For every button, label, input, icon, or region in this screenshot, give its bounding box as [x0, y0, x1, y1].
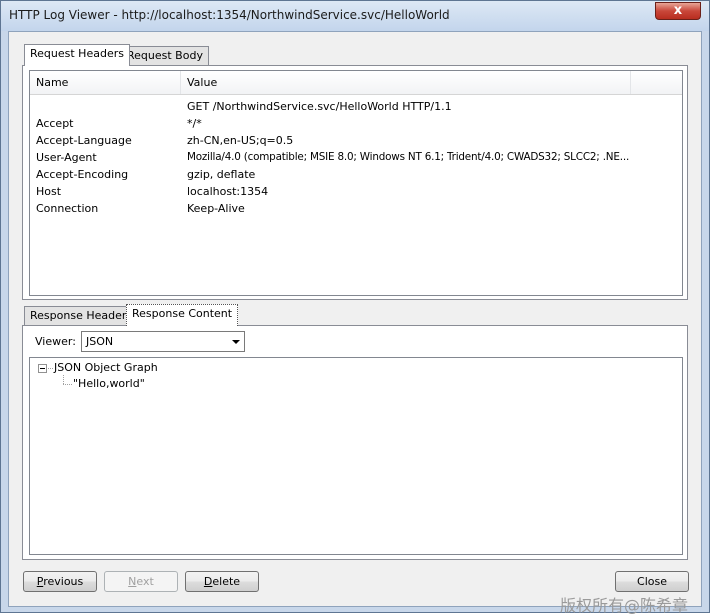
http-log-viewer-window: HTTP Log Viewer - http://localhost:1354/…: [0, 0, 710, 613]
header-value: zh-CN,en-US;q=0.5: [187, 134, 294, 147]
table-row[interactable]: Connection Keep-Alive: [30, 200, 682, 217]
header-name: Accept-Language: [36, 134, 132, 147]
tab-request-headers[interactable]: Request Headers: [24, 44, 130, 66]
header-name: Accept-Encoding: [36, 168, 129, 181]
close-button[interactable]: Close: [615, 571, 689, 592]
table-row[interactable]: Host localhost:1354: [30, 183, 682, 200]
header-value: Keep-Alive: [187, 202, 245, 215]
tree-connector: [63, 384, 72, 385]
window-title: HTTP Log Viewer - http://localhost:1354/…: [9, 8, 450, 22]
header-value: GET /NorthwindService.svc/HelloWorld HTT…: [187, 100, 452, 113]
json-tree-view[interactable]: JSON Object Graph "Hello,world": [29, 357, 683, 555]
table-row[interactable]: User-Agent Mozilla/4.0 (compatible; MSIE…: [30, 149, 682, 166]
delete-label: elete: [212, 575, 241, 588]
column-header-value[interactable]: Value: [181, 71, 631, 94]
tab-response-headers[interactable]: Response Headers: [24, 306, 139, 326]
window-client-area: Request Headers Request Body Name Value …: [8, 31, 702, 607]
header-name: User-Agent: [36, 151, 97, 164]
request-headers-panel: Name Value GET /NorthwindService.svc/Hel…: [22, 65, 688, 300]
tab-response-content[interactable]: Response Content: [126, 304, 239, 326]
table-row[interactable]: Accept */*: [30, 115, 682, 132]
window-close-icon[interactable]: x: [655, 2, 701, 20]
viewer-select[interactable]: JSON: [81, 331, 245, 352]
next-label: ext: [136, 575, 154, 588]
tree-node-value[interactable]: "Hello,world": [73, 377, 145, 390]
chevron-down-icon: [232, 340, 240, 344]
tab-request-body[interactable]: Request Body: [121, 46, 209, 66]
watermark-text: 版权所有@陈希章: [560, 596, 689, 615]
title-bar[interactable]: HTTP Log Viewer - http://localhost:1354/…: [1, 1, 709, 31]
header-value: gzip, deflate: [187, 168, 256, 181]
list-header: Name Value: [30, 71, 682, 95]
next-button[interactable]: Next: [104, 571, 178, 592]
table-row[interactable]: GET /NorthwindService.svc/HelloWorld HTT…: [30, 98, 682, 115]
header-name: Connection: [36, 202, 99, 215]
tree-node-root[interactable]: JSON Object Graph: [54, 361, 158, 374]
previous-button[interactable]: Previous: [23, 571, 97, 592]
viewer-selected-value: JSON: [86, 335, 114, 348]
header-name: Accept: [36, 117, 74, 130]
request-headers-list[interactable]: Name Value GET /NorthwindService.svc/Hel…: [29, 70, 683, 296]
header-name: Host: [36, 185, 62, 198]
header-value: Mozilla/4.0 (compatible; MSIE 8.0; Windo…: [187, 151, 630, 163]
delete-button[interactable]: Delete: [185, 571, 259, 592]
previous-label: revious: [43, 575, 84, 588]
header-value: localhost:1354: [187, 185, 269, 198]
column-header-name[interactable]: Name: [30, 71, 181, 94]
table-row[interactable]: Accept-Language zh-CN,en-US;q=0.5: [30, 132, 682, 149]
collapse-icon[interactable]: [38, 364, 47, 373]
table-row[interactable]: Accept-Encoding gzip, deflate: [30, 166, 682, 183]
viewer-label: Viewer:: [35, 335, 76, 348]
tree-connector: [63, 375, 64, 384]
tree-connector: [48, 368, 53, 369]
response-content-panel: Viewer: JSON JSON Object Graph "Hello,wo…: [22, 325, 688, 560]
header-value: */*: [187, 117, 202, 130]
